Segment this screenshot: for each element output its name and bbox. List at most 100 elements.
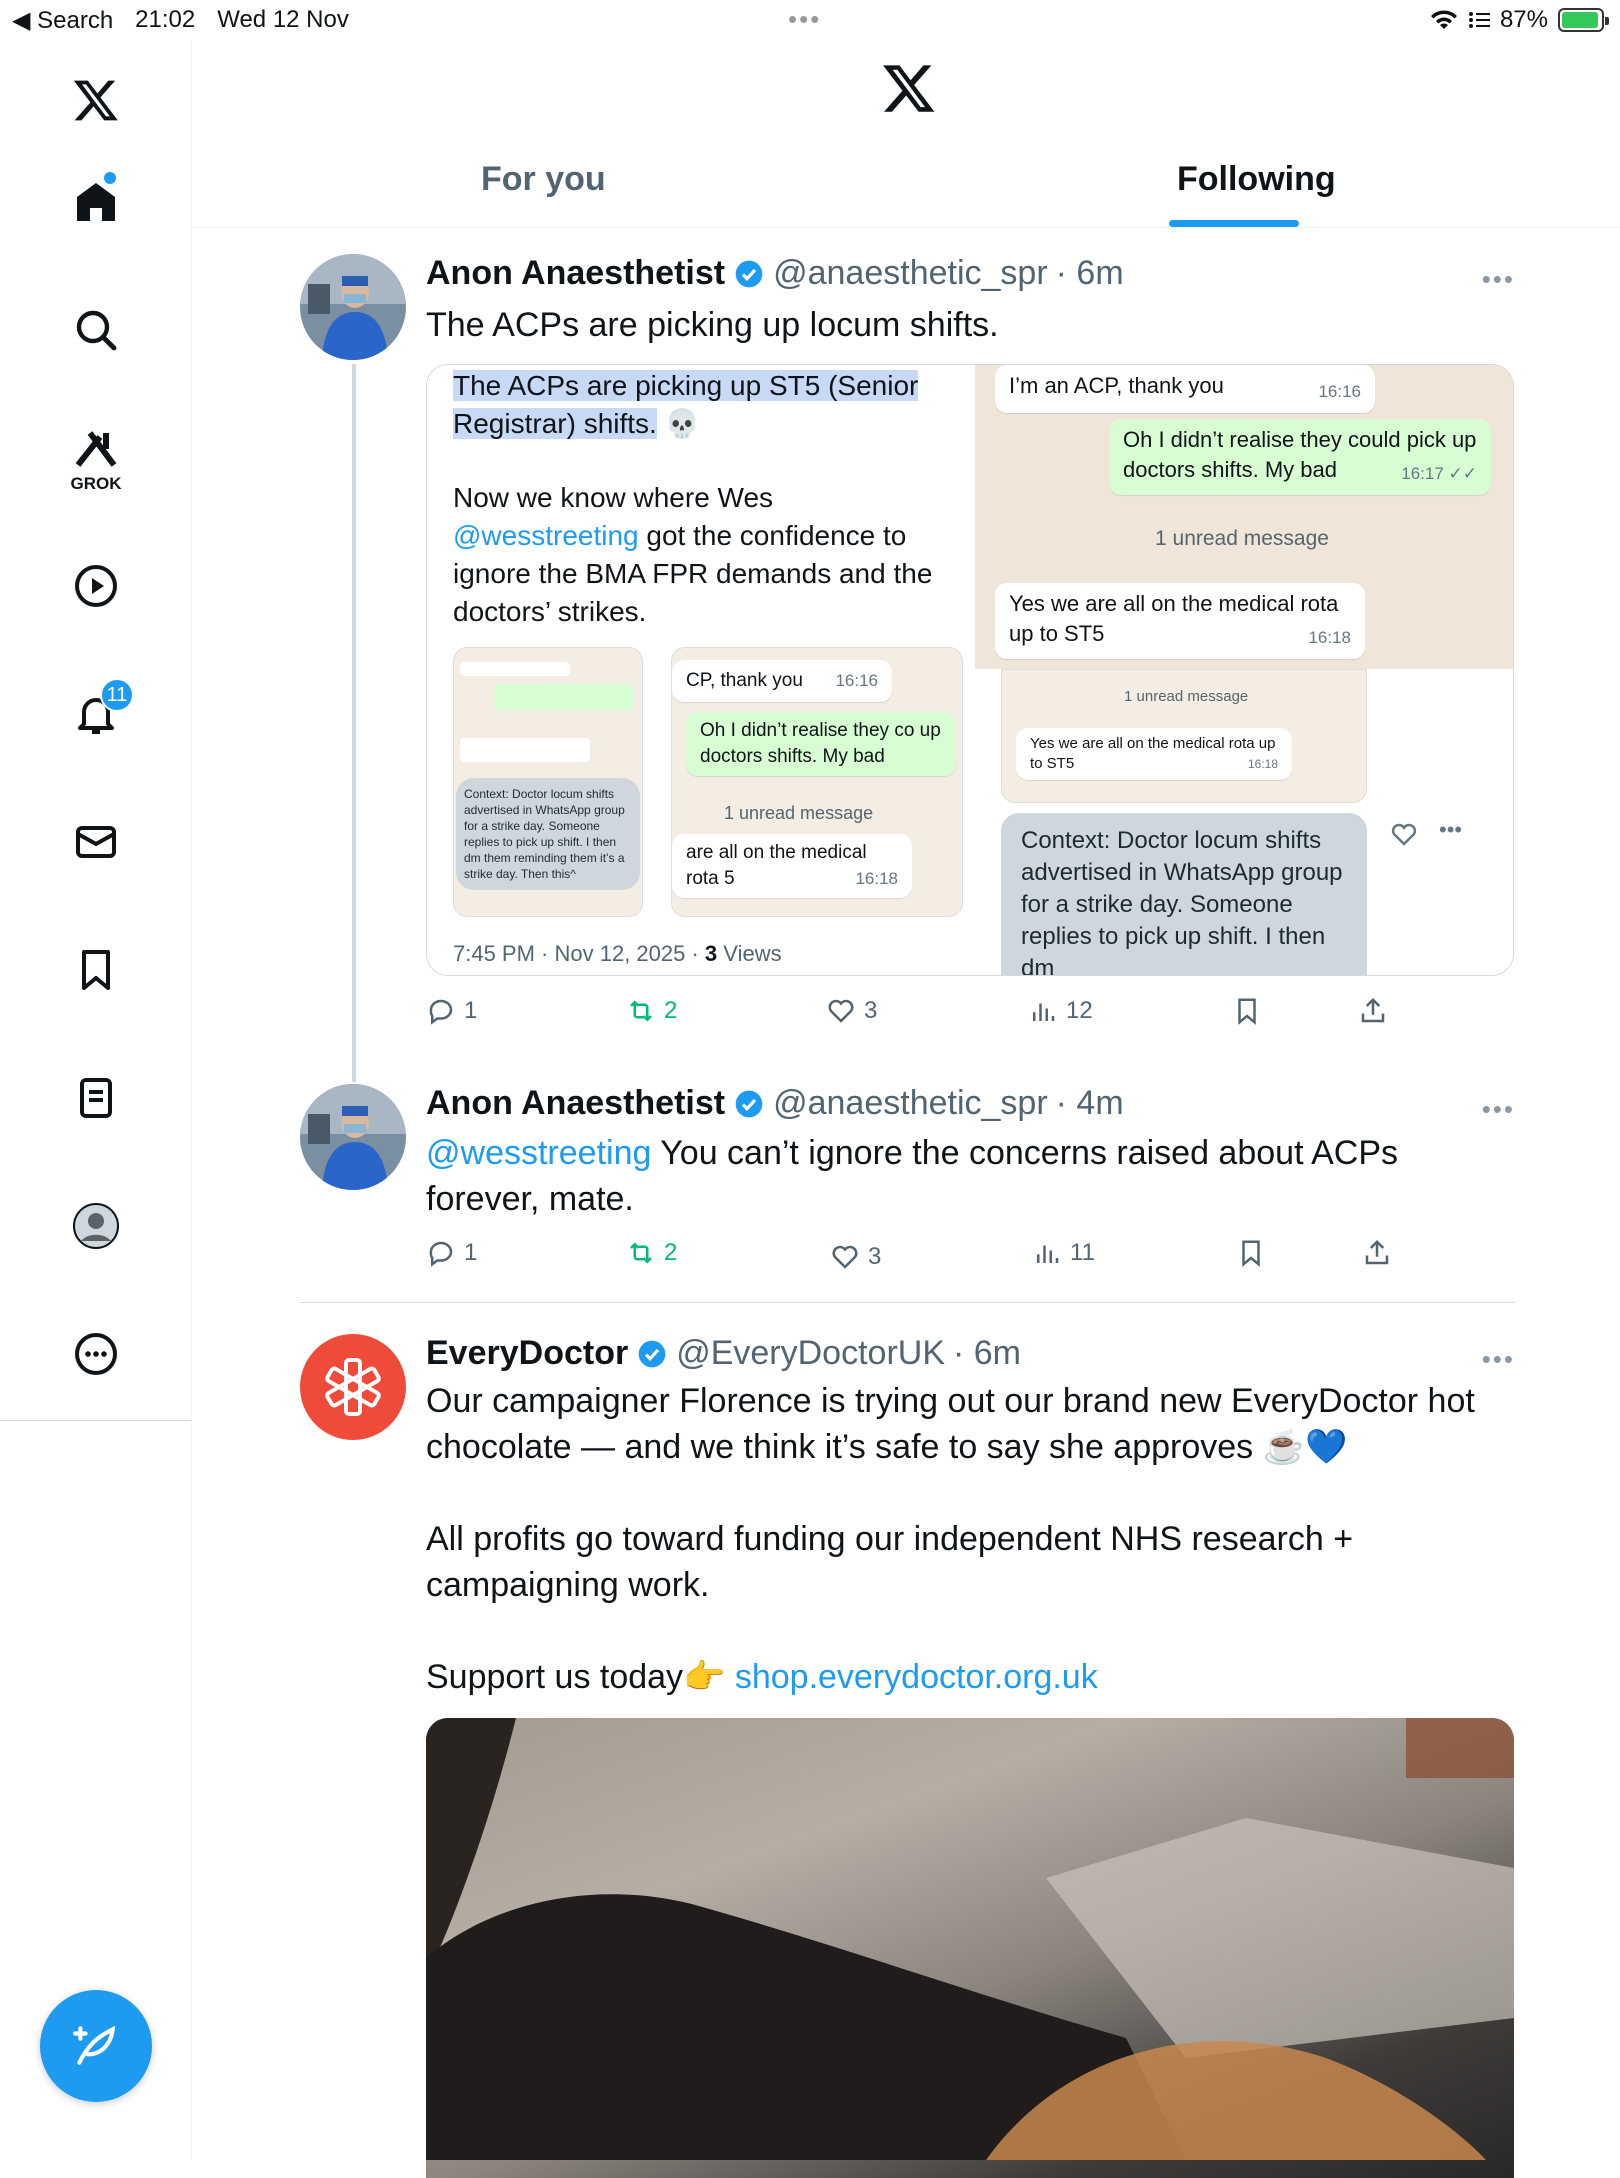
mail-icon[interactable] <box>56 802 136 882</box>
bookmark-icon <box>1242 1240 1260 1267</box>
views-button[interactable]: 11 <box>1032 1238 1095 1268</box>
bookmark-icon[interactable] <box>56 930 136 1010</box>
video-frame <box>426 1718 1514 2160</box>
like-button[interactable]: 3 <box>826 996 877 1026</box>
views-icon <box>1037 1245 1059 1263</box>
mention-link[interactable]: @wesstreeting <box>426 1134 651 1172</box>
author-handle[interactable]: @anaesthetic_spr <box>773 1084 1048 1123</box>
screenshot-views-label: Views <box>723 941 782 966</box>
post-time[interactable]: · 6m <box>953 1334 1021 1373</box>
share-button[interactable] <box>1362 1238 1392 1268</box>
tweet-video[interactable] <box>426 1718 1514 2178</box>
views-button[interactable]: 12 <box>1028 996 1093 1026</box>
home-icon[interactable] <box>56 162 136 242</box>
heart-icon <box>828 999 854 1023</box>
tweet-image[interactable]: The ACPs are picking up ST5 (Senior Regi… <box>426 364 1514 976</box>
views-count: 12 <box>1066 997 1093 1024</box>
grok-label: GROK <box>70 474 122 493</box>
skull-emoji: 💀 <box>664 408 700 439</box>
screenshot-text: Now we know where Wes <box>453 482 774 513</box>
like-count: 3 <box>868 1243 882 1270</box>
post-time[interactable]: · 4m <box>1056 1084 1124 1123</box>
shop-link[interactable]: shop.everydoctor.org.uk <box>735 1658 1098 1696</box>
context-bubble: Context: Doctor locum shifts advertised … <box>1001 813 1367 975</box>
more-options-icon[interactable]: ••• <box>1482 1344 1515 1375</box>
nested-context-bubble: Context: Doctor locum shifts advertised … <box>456 778 640 890</box>
tweet-text: @wesstreeting You can’t ignore the conce… <box>426 1130 1426 1222</box>
author-name[interactable]: EveryDoctor <box>426 1334 628 1373</box>
bookmark-button[interactable] <box>1236 1238 1266 1268</box>
nested-message-time: 16:16 <box>835 671 878 690</box>
tweet-separator <box>300 1302 1515 1303</box>
grok-icon[interactable]: GROK <box>56 418 136 498</box>
multitasking-dots[interactable]: ••• <box>788 4 821 35</box>
nested-unread: 1 unread message <box>724 803 874 823</box>
more-icon[interactable] <box>56 1314 136 1394</box>
like-button[interactable]: 3 <box>830 1242 881 1272</box>
repost-button[interactable]: 2 <box>626 1238 677 1268</box>
share-icon <box>1365 1239 1389 1265</box>
screenshot-left-panel: The ACPs are picking up ST5 (Senior Regi… <box>427 365 971 975</box>
bookmark-icon <box>1238 998 1256 1025</box>
mention-link: @wesstreeting <box>453 520 639 551</box>
unread-banner: 1 unread message <box>1155 527 1329 550</box>
tab-following[interactable]: Following <box>1177 160 1336 199</box>
profile-icon[interactable] <box>56 1186 136 1266</box>
tweet-paragraph-2: All profits go toward funding our indepe… <box>426 1520 1354 1604</box>
search-icon[interactable] <box>56 290 136 370</box>
video-icon[interactable] <box>56 546 136 626</box>
reply-button[interactable]: 1 <box>426 996 477 1026</box>
share-button[interactable] <box>1358 996 1388 1026</box>
heart-icon <box>832 1245 858 1269</box>
x-logo-icon[interactable] <box>881 60 937 121</box>
avatar[interactable] <box>300 254 406 360</box>
home-new-dot <box>104 172 116 184</box>
tweet-paragraph-3: Support us today👉 shop.everydoctor.org.u… <box>426 1654 1506 1700</box>
whatsapp-message-2: Yes we are all on the medical rota up to… <box>1009 591 1339 646</box>
status-time: 21:02 <box>135 6 196 33</box>
bell-icon[interactable]: 11 <box>56 674 136 754</box>
repost-count: 2 <box>664 1239 678 1266</box>
bookmark-button[interactable] <box>1232 996 1262 1026</box>
nested-message-time-3: 16:18 <box>1247 757 1278 771</box>
author-handle[interactable]: @anaesthetic_spr <box>773 254 1048 293</box>
tab-for-you[interactable]: For you <box>481 160 606 199</box>
author-name[interactable]: Anon Anaesthetist <box>426 1084 725 1123</box>
battery-icon <box>1558 8 1609 32</box>
x-logo-icon[interactable] <box>56 60 136 140</box>
tweet-text: The ACPs are picking up locum shifts. <box>426 306 999 344</box>
focus-list-icon <box>1468 12 1490 28</box>
reply-count: 1 <box>464 1239 478 1266</box>
tweet[interactable]: EveryDoctor @EveryDoctorUK · 6m ••• Our … <box>300 1334 1515 1714</box>
message-more-icon: ••• <box>1439 817 1463 842</box>
whatsapp-message-time: 16:16 <box>1318 382 1361 401</box>
compose-post-button[interactable] <box>40 1990 152 2102</box>
status-bar: ◀ Search 21:02 Wed 12 Nov ••• 87% <box>0 0 1620 40</box>
avatar[interactable] <box>300 1334 406 1440</box>
avatar[interactable] <box>300 1084 406 1190</box>
author-name[interactable]: Anon Anaesthetist <box>426 254 725 293</box>
author-handle[interactable]: @EveryDoctorUK <box>676 1334 945 1373</box>
compose-feather-icon <box>73 2025 116 2065</box>
status-date: Wed 12 Nov <box>217 6 349 33</box>
post-time[interactable]: · 6m <box>1056 254 1124 293</box>
timeline-header: For you Following <box>193 40 1620 228</box>
back-to-search[interactable]: ◀ Search <box>12 6 113 35</box>
nested-whatsapp-thumb: CP, thank you 16:16 Oh I didn’t realise … <box>671 647 963 917</box>
repost-count: 2 <box>664 997 678 1024</box>
repost-icon <box>630 1000 652 1022</box>
whatsapp-message-time-2: 16:18 <box>1308 628 1351 647</box>
views-icon <box>1033 1003 1055 1021</box>
more-options-icon[interactable]: ••• <box>1482 264 1515 295</box>
repost-icon <box>630 1242 652 1264</box>
repost-button[interactable]: 2 <box>626 996 677 1026</box>
nested-message: CP, thank you <box>686 670 803 691</box>
screenshot-whatsapp-panel: I’m an ACP, thank you 16:16 Oh I didn’t … <box>975 365 1513 975</box>
nested-unread-2: 1 unread message <box>1124 688 1249 705</box>
whatsapp-message-time-green: 16:17 ✓✓ <box>1401 464 1477 483</box>
lists-icon[interactable] <box>56 1058 136 1138</box>
reply-button[interactable]: 1 <box>426 1238 477 1268</box>
notifications-badge: 11 <box>100 678 134 712</box>
tweet-actions: 1 2 3 12 <box>426 996 1516 1036</box>
more-options-icon[interactable]: ••• <box>1482 1094 1515 1125</box>
